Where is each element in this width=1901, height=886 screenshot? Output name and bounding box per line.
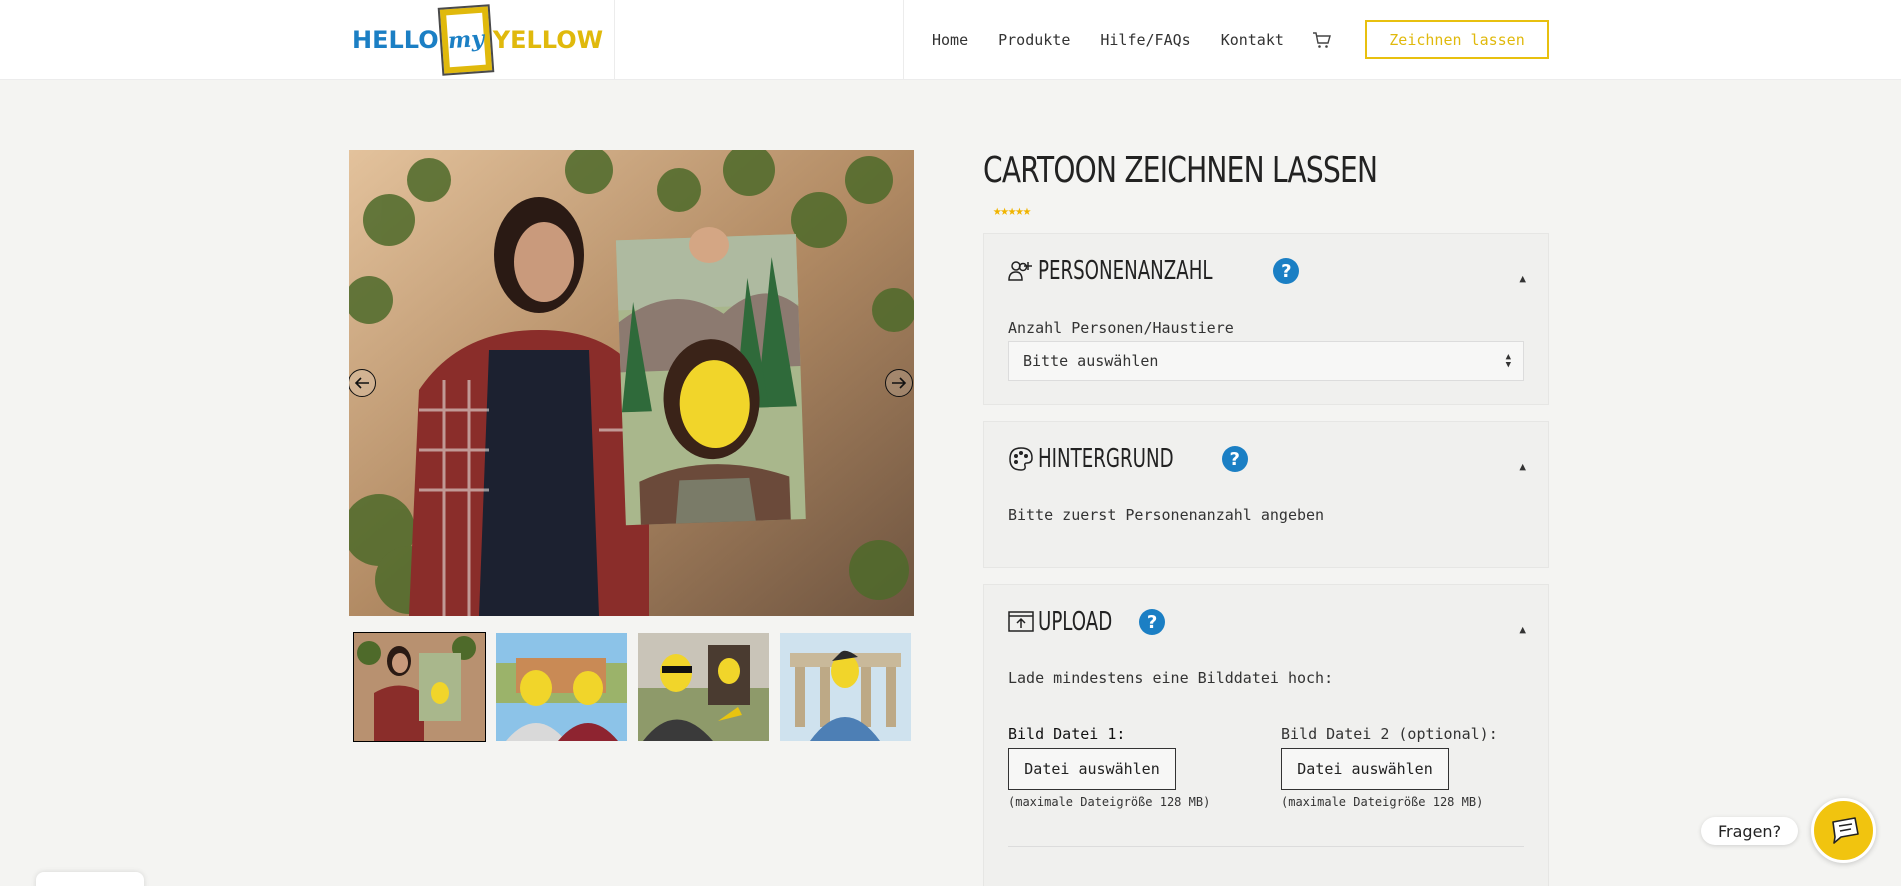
header-divider xyxy=(903,0,904,80)
persons-field-label: Anzahl Personen/Haustiere xyxy=(1008,319,1234,337)
product-main-image xyxy=(349,150,914,616)
upload-image-icon xyxy=(1008,611,1034,632)
file2-select-button[interactable]: Datei auswählen xyxy=(1281,748,1449,790)
background-hint-text: Bitte zuerst Personenanzahl angeben xyxy=(1008,506,1325,524)
nav-produkte[interactable]: Produkte xyxy=(998,31,1070,49)
shopping-cart-icon[interactable] xyxy=(1312,31,1332,49)
chevron-up-icon[interactable]: ▲ xyxy=(1519,623,1526,636)
section-hintergrund: Hintergrund ? ▲ Bitte zuerst Personenanz… xyxy=(983,421,1549,568)
chat-icon xyxy=(1831,816,1859,844)
section-header[interactable]: Personenanzahl ? xyxy=(1008,256,1300,286)
logo-frame: my xyxy=(437,4,495,76)
file1-max-size-note: (maximale Dateigröße 128 MB) xyxy=(1008,795,1211,809)
zeichnen-lassen-button[interactable]: Zeichnen lassen xyxy=(1365,20,1549,59)
people-add-icon xyxy=(1008,261,1032,281)
product-title: Cartoon zeichnen lassen xyxy=(983,150,1378,191)
chevron-up-icon[interactable]: ▲ xyxy=(1519,272,1526,285)
site-logo[interactable]: HELLO my YELLOW xyxy=(352,4,603,76)
chat-label[interactable]: Fragen? xyxy=(1701,817,1799,845)
section-divider xyxy=(1008,846,1524,847)
file2-max-size-note: (maximale Dateigröße 128 MB) xyxy=(1281,795,1484,809)
chevron-up-icon[interactable]: ▲ xyxy=(1519,460,1526,473)
select-arrows-icon: ▲ ▼ xyxy=(1505,352,1511,370)
cookie-consent-tab[interactable] xyxy=(36,872,144,886)
section-header[interactable]: Upload ? xyxy=(1008,607,1166,637)
main-nav: Home Produkte Hilfe/FAQs Kontakt xyxy=(932,0,1382,80)
header-divider xyxy=(614,0,615,80)
product-photo xyxy=(349,150,914,616)
thumbnail-2[interactable] xyxy=(496,633,627,741)
upload-intro-text: Lade mindestens eine Bilddatei hoch: xyxy=(1008,669,1334,687)
section-title: Personenanzahl xyxy=(1038,256,1213,286)
logo-my-text: my xyxy=(446,25,485,55)
arrow-left-circle-icon[interactable] xyxy=(349,369,376,397)
thumbnail-3[interactable] xyxy=(638,633,769,741)
section-personenanzahl: Personenanzahl ? ▲ Anzahl Personen/Haust… xyxy=(983,233,1549,405)
chat-button[interactable] xyxy=(1811,798,1876,863)
palette-icon xyxy=(1009,447,1033,471)
thumbnail-strip xyxy=(353,632,911,742)
nav-home[interactable]: Home xyxy=(932,31,968,49)
help-icon[interactable]: ? xyxy=(1139,609,1166,635)
file2-label: Bild Datei 2 (optional): xyxy=(1281,725,1498,743)
section-upload: Upload ? ▲ Lade mindestens eine Bilddate… xyxy=(983,584,1549,886)
help-icon[interactable]: ? xyxy=(1221,446,1248,472)
section-header[interactable]: Hintergrund ? xyxy=(1008,444,1248,474)
thumbnail-1[interactable] xyxy=(353,632,486,742)
persons-select[interactable]: Bitte auswählen ▲ ▼ xyxy=(1008,341,1524,381)
help-icon[interactable]: ? xyxy=(1273,258,1300,284)
rating-stars: ★★★★★ xyxy=(993,203,1031,219)
thumbnail-4[interactable] xyxy=(780,633,911,741)
section-title: Upload xyxy=(1038,607,1113,637)
logo-hello-text: HELLO xyxy=(352,26,439,54)
persons-select-value: Bitte auswählen xyxy=(1023,352,1159,370)
site-header: HELLO my YELLOW Home Produkte Hilfe/FAQs… xyxy=(0,0,1901,80)
section-title: Hintergrund xyxy=(1038,444,1174,474)
nav-kontakt[interactable]: Kontakt xyxy=(1221,31,1284,49)
nav-hilfe-faqs[interactable]: Hilfe/FAQs xyxy=(1100,31,1190,49)
logo-yellow-text: YELLOW xyxy=(492,26,604,54)
file1-select-button[interactable]: Datei auswählen xyxy=(1008,748,1176,790)
arrow-right-circle-icon[interactable] xyxy=(885,369,913,397)
file1-label: Bild Datei 1: xyxy=(1008,725,1126,743)
